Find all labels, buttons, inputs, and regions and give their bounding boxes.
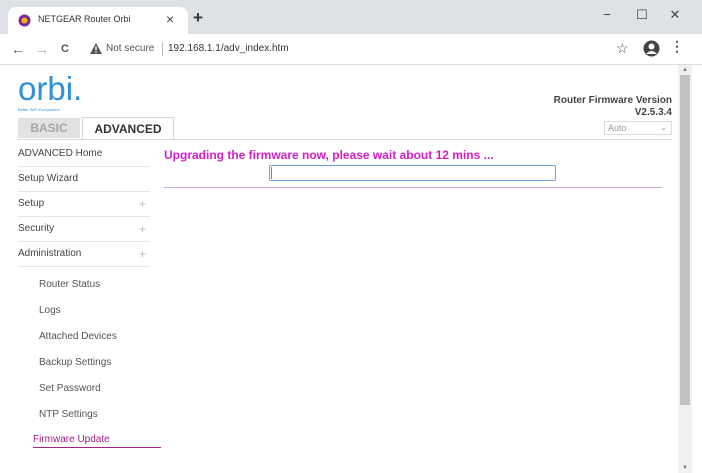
- active-item-underline: [33, 447, 161, 448]
- chevron-down-icon: ⌄: [660, 123, 667, 132]
- orbi-logo: orbi. Better WiFi Everywhere: [18, 70, 83, 112]
- new-tab-button[interactable]: +: [193, 9, 203, 26]
- tab-title: NETGEAR Router Orbi: [38, 14, 131, 24]
- address-divider: [162, 42, 163, 56]
- sidebar-item-advanced-home[interactable]: ADVANCED Home: [18, 142, 150, 167]
- tab-close-icon[interactable]: ×: [166, 10, 174, 28]
- tab-advanced[interactable]: ADVANCED: [82, 117, 174, 139]
- tab-basic[interactable]: BASIC: [18, 118, 80, 138]
- scroll-down-icon[interactable]: ▼: [678, 463, 692, 473]
- browser-toolbar: ← → C Not secure 192.168.1.1/adv_index.h…: [0, 34, 702, 65]
- browser-tab[interactable]: NETGEAR Router Orbi ×: [8, 7, 188, 34]
- logo-tagline: Better WiFi Everywhere: [18, 107, 61, 112]
- browser-titlebar: NETGEAR Router Orbi × + − ☐ ✕: [0, 0, 702, 34]
- sidebar-item-setup-wizard[interactable]: Setup Wizard: [18, 167, 150, 192]
- sidebar-subitem-router-status[interactable]: Router Status: [39, 279, 100, 290]
- firmware-progress-bar: [269, 165, 556, 181]
- header-divider: [18, 139, 672, 140]
- account-icon[interactable]: [643, 40, 660, 57]
- expand-plus-icon[interactable]: +: [139, 192, 146, 216]
- sidebar-subitem-firmware-update[interactable]: Firmware Update: [33, 434, 110, 445]
- expand-plus-icon[interactable]: +: [139, 242, 146, 266]
- upgrade-status-message: Upgrading the firmware now, please wait …: [164, 148, 494, 162]
- reload-icon[interactable]: C: [55, 39, 75, 59]
- logo-wordmark: orbi.: [18, 70, 83, 107]
- sidebar-item-label: Setup: [18, 198, 45, 209]
- language-select-value: Auto: [608, 123, 627, 133]
- sidebar-subitem-set-password[interactable]: Set Password: [39, 383, 101, 394]
- minimize-button[interactable]: −: [592, 4, 622, 26]
- sidebar-item-label: Administration: [18, 248, 82, 259]
- scroll-up-icon[interactable]: ▲: [678, 65, 692, 75]
- firmware-version-value: V2.5.3.4: [634, 107, 672, 118]
- address-bar[interactable]: Not secure 192.168.1.1/adv_index.htm: [84, 39, 604, 60]
- sidebar-item-label: Setup Wizard: [18, 173, 79, 184]
- language-select[interactable]: Auto ⌄: [604, 121, 672, 135]
- progress-fill: [271, 167, 272, 179]
- sidebar-subitem-backup-settings[interactable]: Backup Settings: [39, 357, 111, 368]
- close-window-button[interactable]: ✕: [660, 4, 690, 26]
- sidebar-subitem-attached-devices[interactable]: Attached Devices: [39, 331, 117, 342]
- scrollbar-thumb[interactable]: [680, 75, 690, 405]
- forward-arrow-icon[interactable]: →: [32, 39, 52, 59]
- warning-icon: [90, 43, 102, 54]
- sidebar-subitem-logs[interactable]: Logs: [39, 305, 61, 316]
- firmware-version-label: Router Firmware Version: [553, 95, 672, 106]
- sidebar-item-label: Security: [18, 223, 55, 234]
- sidebar-item-security[interactable]: Security +: [18, 217, 150, 242]
- url-text[interactable]: 192.168.1.1/adv_index.htm: [168, 43, 289, 54]
- kebab-menu-icon[interactable]: ⋮: [670, 38, 684, 55]
- maximize-button[interactable]: ☐: [627, 4, 657, 26]
- content-divider: [164, 187, 662, 188]
- expand-plus-icon[interactable]: +: [139, 217, 146, 241]
- netgear-favicon-icon: [18, 14, 31, 27]
- sidebar-item-administration[interactable]: Administration +: [18, 242, 150, 267]
- star-icon[interactable]: ☆: [616, 40, 629, 57]
- sidebar-item-setup[interactable]: Setup +: [18, 192, 150, 217]
- sidebar-subitem-ntp-settings[interactable]: NTP Settings: [39, 409, 98, 420]
- page-scrollbar[interactable]: ▲ ▼: [678, 65, 692, 473]
- security-status: Not secure: [106, 43, 155, 54]
- back-arrow-icon[interactable]: ←: [8, 39, 28, 59]
- sidebar-item-label: ADVANCED Home: [18, 148, 103, 159]
